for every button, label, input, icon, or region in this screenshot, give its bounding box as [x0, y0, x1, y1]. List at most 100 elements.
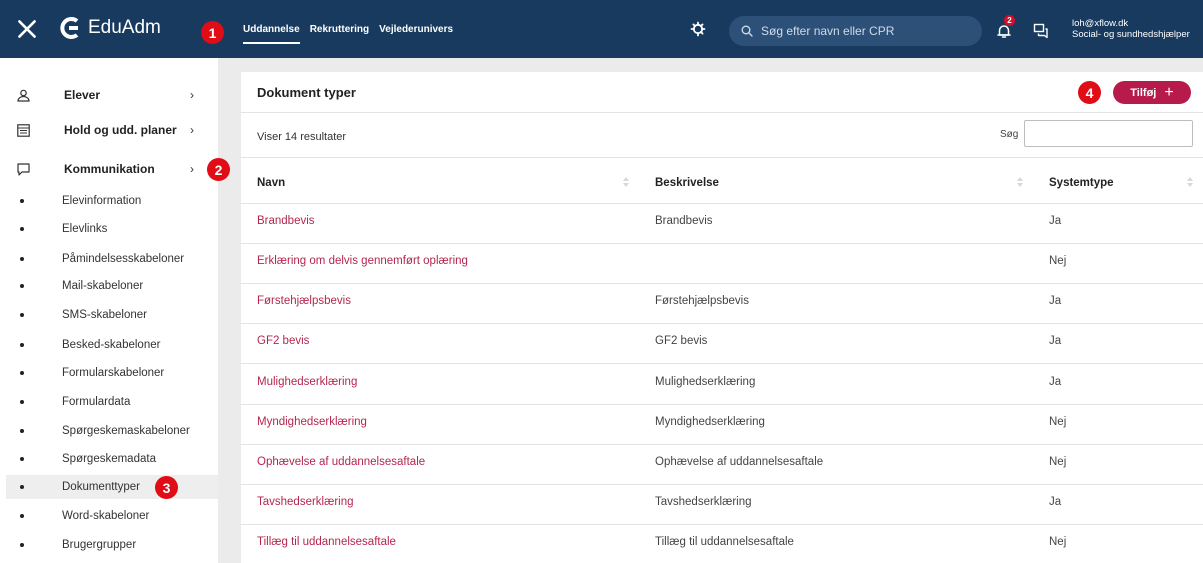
bullet-icon — [20, 199, 24, 203]
sidebar-subitem-brugergrupper[interactable]: Brugergrupper — [0, 533, 218, 557]
search-icon — [741, 25, 753, 37]
bullet-icon — [20, 313, 24, 317]
sidebar-subitem-mail-skabeloner[interactable]: Mail-skabeloner — [0, 274, 218, 298]
search-input[interactable] — [761, 24, 961, 38]
row-description: Tillæg til uddannelsesaftale — [655, 536, 794, 548]
add-button-label: Tilføj — [1130, 86, 1157, 99]
row-name-link[interactable]: GF2 bevis — [257, 335, 309, 347]
sidebar-item-kommunikation[interactable]: Kommunikation › — [0, 157, 218, 181]
row-name-link[interactable]: Brandbevis — [257, 215, 315, 227]
bullet-icon — [20, 400, 24, 404]
sidebar-item-hold-og-udd-planer[interactable]: Hold og udd. planer › — [0, 118, 218, 142]
row-name-link[interactable]: Ophævelse af uddannelsesaftale — [257, 456, 425, 468]
table-row: Brandbevis Brandbevis Ja — [241, 203, 1203, 243]
sidebar-subitem-label: Brugergrupper — [62, 539, 137, 551]
bullet-icon — [20, 227, 24, 231]
row-systemtype: Nej — [1049, 255, 1067, 267]
table-row: Myndighedserklæring Myndighedserklæring … — [241, 404, 1203, 444]
row-systemtype: Ja — [1049, 215, 1062, 227]
sidebar-subitem-label: Spørgeskemadata — [62, 453, 156, 465]
row-name-link[interactable]: Mulighedserklæring — [257, 376, 357, 388]
row-systemtype: Nej — [1049, 416, 1067, 428]
main-nav: Uddannelse Rekruttering Vejlederunivers — [243, 0, 463, 58]
row-name-link[interactable]: Tavshedserklæring — [257, 496, 354, 508]
sidebar-subitem-sms-skabeloner[interactable]: SMS-skabeloner — [0, 303, 218, 327]
bullet-icon — [20, 371, 24, 375]
add-button[interactable]: Tilføj + — [1113, 81, 1191, 104]
chevron-right-icon: › — [190, 123, 194, 137]
sidebar-subitem-sporgeskemadata[interactable]: Spørgeskemadata — [0, 447, 218, 471]
sidebar: Elever › Hold og udd. planer › Kommunika… — [0, 58, 230, 563]
row-name-link[interactable]: Myndighedserklæring — [257, 416, 367, 428]
close-icon[interactable] — [14, 16, 40, 42]
row-description: Myndighedserklæring — [655, 416, 765, 428]
row-name-link[interactable]: Erklæring om delvis gennemført oplæring — [257, 255, 468, 267]
sidebar-subitem-label: Påmindelsesskabeloner — [62, 253, 185, 265]
row-systemtype: Nej — [1049, 456, 1067, 468]
tab-uddannelse[interactable]: Uddannelse — [243, 0, 300, 58]
callout-badge-2: 2 — [207, 158, 230, 181]
sort-icon[interactable] — [1187, 175, 1193, 189]
sidebar-subitem-label: Formulardata — [62, 396, 131, 408]
row-systemtype: Ja — [1049, 376, 1062, 388]
sidebar-subitem-label: Word-skabeloner — [62, 510, 150, 522]
sidebar-subitem-label: Elevlinks — [62, 223, 108, 235]
table-row: Erklæring om delvis gennemført oplæring … — [241, 243, 1203, 283]
notification-count: 2 — [1004, 15, 1015, 26]
sidebar-subitem-label: SMS-skabeloner — [62, 309, 148, 321]
app-name: EduAdm — [88, 17, 161, 38]
row-description: GF2 bevis — [655, 335, 708, 347]
sidebar-subitem-besked-skabeloner[interactable]: Besked-skabeloner — [0, 333, 218, 357]
global-search[interactable] — [729, 16, 982, 46]
sidebar-subitem-label: Mail-skabeloner — [62, 280, 144, 292]
sidebar-item-label: Hold og udd. planer — [64, 123, 177, 137]
callout-badge-3: 3 — [155, 476, 178, 499]
callout-badge-4: 4 — [1078, 81, 1101, 104]
sidebar-item-elever[interactable]: Elever › — [0, 83, 218, 107]
sidebar-subitem-formularskabeloner[interactable]: Formularskabeloner — [0, 361, 218, 385]
tab-vejlederunivers[interactable]: Vejlederunivers — [379, 0, 453, 58]
user-role: Social- og sundhedshjælper — [1072, 29, 1190, 40]
sidebar-subitem-sporgeskemaskabeloner[interactable]: Spørgeskemaskabeloner — [0, 419, 218, 443]
sidebar-subitem-label: Dokumenttyper — [62, 481, 140, 493]
row-systemtype: Ja — [1049, 295, 1062, 307]
bullet-icon — [20, 284, 24, 288]
sidebar-subitem-elevinformation[interactable]: Elevinformation — [0, 189, 218, 213]
settings-gear-icon[interactable] — [690, 21, 706, 37]
results-count: Viser 14 resultater — [257, 131, 347, 143]
column-header-navn[interactable]: Navn — [257, 177, 285, 189]
table-row: Tillæg til uddannelsesaftale Tillæg til … — [241, 524, 1203, 563]
app-logo[interactable]: EduAdm — [60, 17, 161, 39]
calendar-icon — [17, 123, 30, 137]
bullet-icon — [20, 343, 24, 347]
chevron-right-icon: › — [190, 88, 194, 102]
tab-rekruttering[interactable]: Rekruttering — [310, 0, 369, 58]
table-search-label: Søg — [1000, 129, 1019, 140]
user-email: loh@xflow.dk — [1072, 18, 1129, 29]
row-name-link[interactable]: Førstehjælpsbevis — [257, 295, 351, 307]
sidebar-subitem-formulardata[interactable]: Formulardata — [0, 390, 218, 414]
messages-icon[interactable] — [1033, 23, 1049, 39]
sidebar-subitem-label: Besked-skabeloner — [62, 339, 161, 351]
table-row: Førstehjælpsbevis Førstehjælpsbevis Ja — [241, 283, 1203, 323]
row-description: Ophævelse af uddannelsesaftale — [655, 456, 824, 468]
table-row: Tavshedserklæring Tavshedserklæring Ja — [241, 484, 1203, 524]
sidebar-subitem-dokumenttyper[interactable]: Dokumenttyper — [6, 475, 218, 499]
table-search-input[interactable] — [1024, 120, 1193, 147]
column-header-systemtype[interactable]: Systemtype — [1049, 177, 1114, 189]
bullet-icon — [20, 543, 24, 547]
user-menu[interactable]: loh@xflow.dk Social- og sundhedshjælper — [1072, 18, 1190, 40]
row-name-link[interactable]: Tillæg til uddannelsesaftale — [257, 536, 396, 548]
row-description: Brandbevis — [655, 215, 713, 227]
sidebar-subitem-word-skabeloner[interactable]: Word-skabeloner — [0, 504, 218, 528]
sidebar-subitem-elevlinks[interactable]: Elevlinks — [0, 217, 218, 241]
sort-icon[interactable] — [623, 175, 629, 189]
sidebar-subitem-pamindelsesskabeloner[interactable]: Påmindelsesskabeloner — [0, 247, 218, 271]
row-systemtype: Nej — [1049, 536, 1067, 548]
sidebar-item-label: Elever — [64, 88, 101, 102]
chat-bubble-icon — [17, 162, 30, 176]
bullet-icon — [20, 514, 24, 518]
sort-icon[interactable] — [1017, 175, 1023, 189]
sidebar-item-label: Kommunikation — [64, 162, 155, 176]
column-header-beskrivelse[interactable]: Beskrivelse — [655, 177, 719, 189]
